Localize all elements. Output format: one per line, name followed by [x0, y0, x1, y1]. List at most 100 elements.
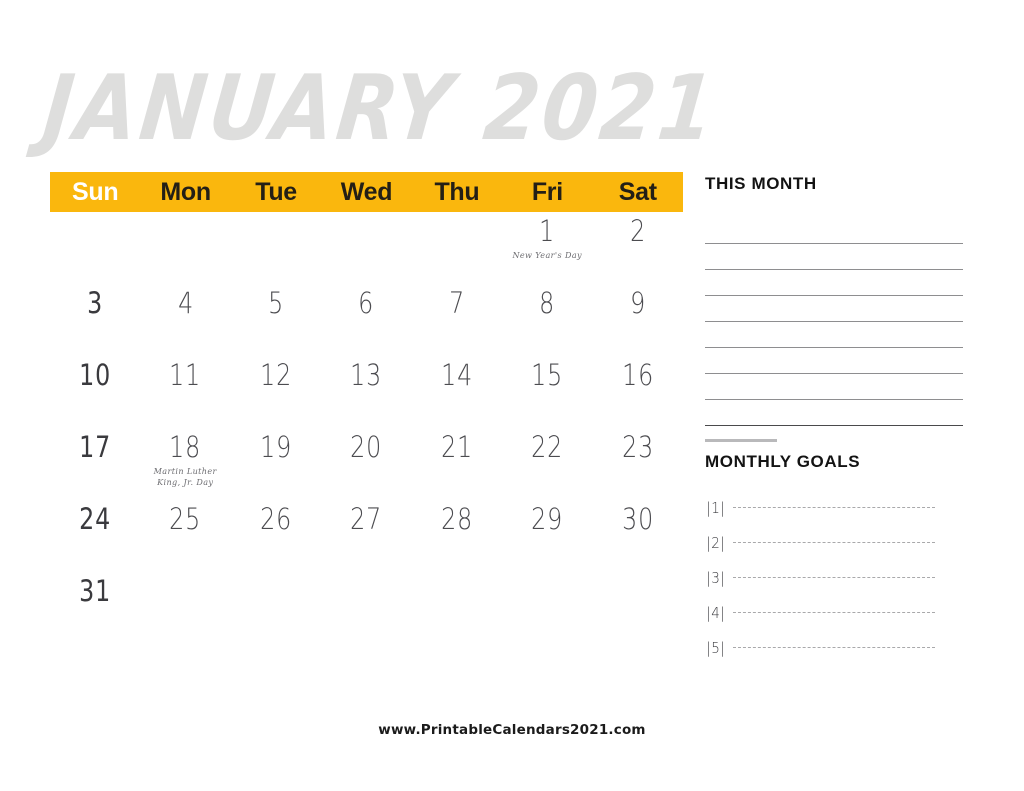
- goal-write-line[interactable]: [733, 507, 935, 508]
- note-line[interactable]: [705, 400, 963, 426]
- goal-number-marker: |1|: [706, 498, 726, 517]
- calendar-day-cell[interactable]: 18 Martin Luther King, Jr. Day: [140, 428, 230, 500]
- calendar-day-cell[interactable]: 28: [412, 500, 502, 572]
- calendar-page: JANUARY 2021 Sun Mon Tue Wed Thu Fri Sat 1 New …: [0, 0, 1024, 791]
- day-number: 26: [260, 502, 293, 537]
- day-number: 4: [177, 286, 194, 321]
- calendar-day-cell[interactable]: 23: [593, 428, 683, 500]
- this-month-heading: THIS MONTH: [705, 174, 817, 193]
- monthly-goals-heading: MONTHLY GOALS: [705, 452, 861, 471]
- calendar-day-cell[interactable]: 13: [321, 356, 411, 428]
- day-number: 1: [539, 214, 556, 249]
- calendar-grid-container: Sun Mon Tue Wed Thu Fri Sat 1 New Year's Day 2 3 4…: [50, 172, 683, 644]
- calendar-day-cell[interactable]: 3: [50, 284, 140, 356]
- calendar-day-cell[interactable]: 27: [321, 500, 411, 572]
- calendar-day-cell[interactable]: 25: [140, 500, 230, 572]
- calendar-day-cell[interactable]: 21: [412, 428, 502, 500]
- calendar-empty-cell: [231, 212, 321, 284]
- this-month-panel: THIS MONTH: [705, 174, 963, 442]
- calendar-day-cell[interactable]: 1 New Year's Day: [502, 212, 592, 284]
- goal-number-marker: |3|: [706, 568, 726, 587]
- weekday-header-fri: Fri: [531, 177, 563, 206]
- day-number: 23: [621, 430, 654, 465]
- calendar-day-cell[interactable]: 6: [321, 284, 411, 356]
- note-line[interactable]: [705, 296, 963, 322]
- goal-write-line[interactable]: [733, 542, 935, 543]
- calendar-day-cell[interactable]: 24: [50, 500, 140, 572]
- day-number: 15: [531, 358, 564, 393]
- calendar-day-cell[interactable]: 8: [502, 284, 592, 356]
- calendar-day-cell[interactable]: 11: [140, 356, 230, 428]
- day-number: 9: [629, 286, 646, 321]
- page-title: JANUARY 2021: [38, 55, 723, 161]
- calendar-day-cell[interactable]: 17: [50, 428, 140, 500]
- calendar-empty-cell: [321, 572, 411, 644]
- day-number: 22: [531, 430, 564, 465]
- calendar-day-cell[interactable]: 16: [593, 356, 683, 428]
- monthly-goals-panel: MONTHLY GOALS |1| |2| |3| |4| |5|: [705, 452, 963, 665]
- calendar-day-cell[interactable]: 22: [502, 428, 592, 500]
- goal-row[interactable]: |3|: [705, 560, 963, 595]
- day-number: 3: [87, 286, 104, 321]
- calendar-day-cell[interactable]: 10: [50, 356, 140, 428]
- goal-row[interactable]: |2|: [705, 525, 963, 560]
- day-number: 7: [448, 286, 465, 321]
- footer-website-url: www.PrintableCalendars2021.com: [378, 722, 646, 738]
- note-line[interactable]: [705, 374, 963, 400]
- calendar-day-cell[interactable]: 26: [231, 500, 321, 572]
- monthly-goals-list: |1| |2| |3| |4| |5|: [705, 490, 963, 665]
- calendar-day-cell[interactable]: 4: [140, 284, 230, 356]
- note-line[interactable]: [705, 218, 963, 244]
- calendar-empty-cell: [412, 572, 502, 644]
- day-number: 30: [621, 502, 654, 537]
- calendar-day-cell[interactable]: 29: [502, 500, 592, 572]
- day-number: 29: [531, 502, 564, 537]
- goal-write-line[interactable]: [733, 612, 935, 613]
- calendar-day-cell[interactable]: 19: [231, 428, 321, 500]
- note-line[interactable]: [705, 244, 963, 270]
- day-number: 18: [169, 430, 202, 465]
- day-number: 11: [169, 358, 202, 393]
- calendar-day-cell[interactable]: 7: [412, 284, 502, 356]
- day-number: 8: [539, 286, 556, 321]
- day-number: 20: [350, 430, 383, 465]
- weekday-header-sat: Sat: [618, 177, 657, 206]
- day-number: 2: [629, 214, 646, 249]
- day-number: 17: [79, 430, 112, 465]
- calendar-empty-cell: [231, 572, 321, 644]
- note-line[interactable]: [705, 270, 963, 296]
- calendar-empty-cell: [140, 572, 230, 644]
- goal-write-line[interactable]: [733, 647, 935, 648]
- calendar-day-cell[interactable]: 30: [593, 500, 683, 572]
- calendar-day-cell[interactable]: 15: [502, 356, 592, 428]
- calendar-day-cell[interactable]: 5: [231, 284, 321, 356]
- note-line[interactable]: [705, 322, 963, 348]
- calendar-empty-cell: [593, 572, 683, 644]
- goal-row[interactable]: |1|: [705, 490, 963, 525]
- calendar-day-cell[interactable]: 20: [321, 428, 411, 500]
- day-number: 27: [350, 502, 383, 537]
- day-number: 10: [79, 358, 112, 393]
- goal-write-line[interactable]: [733, 577, 935, 578]
- goal-row[interactable]: |5|: [705, 630, 963, 665]
- calendar-empty-cell: [321, 212, 411, 284]
- weekday-header-row: Sun Mon Tue Wed Thu Fri Sat: [50, 172, 683, 212]
- calendar-empty-cell: [50, 212, 140, 284]
- calendar-day-cell[interactable]: 12: [231, 356, 321, 428]
- goal-number-marker: |4|: [706, 603, 726, 622]
- calendar-day-cell[interactable]: 14: [412, 356, 502, 428]
- calendar-day-cell[interactable]: 31: [50, 572, 140, 644]
- day-number: 28: [440, 502, 473, 537]
- day-number: 24: [79, 502, 112, 537]
- goal-row[interactable]: |4|: [705, 595, 963, 630]
- calendar-day-cell[interactable]: 9: [593, 284, 683, 356]
- calendar-day-cell[interactable]: 2: [593, 212, 683, 284]
- note-line[interactable]: [705, 348, 963, 374]
- day-number: 13: [350, 358, 383, 393]
- day-number: 12: [260, 358, 293, 393]
- day-number: 16: [621, 358, 654, 393]
- goal-number-marker: |2|: [706, 533, 726, 552]
- goal-number-marker: |5|: [706, 638, 726, 657]
- day-number: 5: [268, 286, 285, 321]
- weekday-header-thu: Thu: [434, 177, 480, 206]
